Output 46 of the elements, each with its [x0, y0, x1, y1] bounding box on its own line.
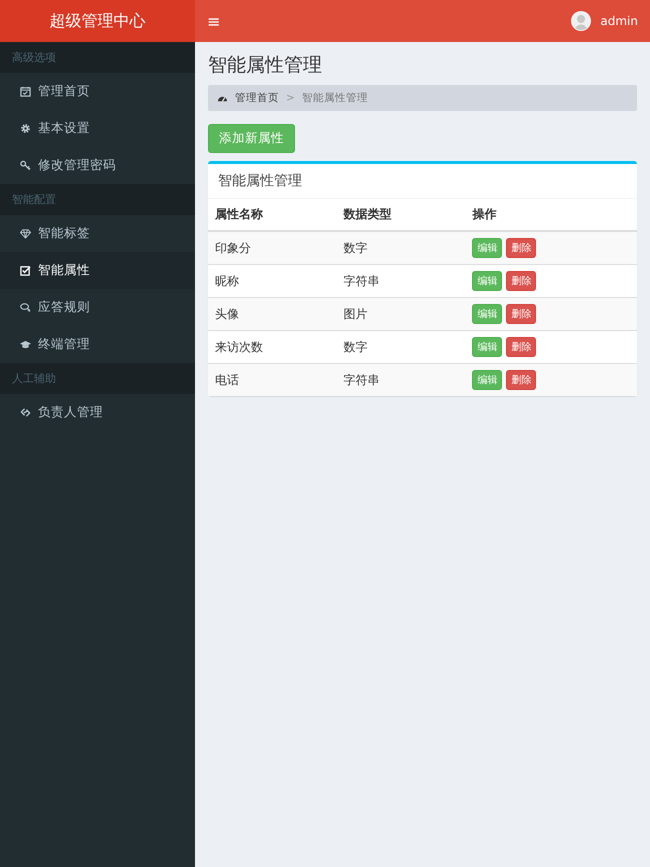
table-cell: 字符串 [336, 364, 466, 396]
table-cell: 图片 [336, 298, 466, 330]
delete-button[interactable]: 删除 [506, 271, 536, 291]
breadcrumb-separator: > [286, 92, 295, 104]
link-icon [20, 407, 31, 418]
panel-title: 智能属性管理 [208, 164, 637, 199]
brand-title: 超级管理中心 [50, 10, 146, 32]
edit-button[interactable]: 编辑 [472, 337, 502, 357]
delete-button[interactable]: 删除 [506, 370, 536, 390]
avatar-icon[interactable] [571, 11, 592, 31]
sidebar-item[interactable]: 负责人管理 [0, 394, 195, 431]
edit-button[interactable]: 编辑 [472, 238, 502, 258]
page-title: 智能属性管理 [208, 53, 323, 78]
section-header: 高级选项 [0, 42, 195, 73]
user-name[interactable]: admin [600, 14, 638, 28]
edit-button[interactable]: 编辑 [472, 271, 502, 291]
edit-button[interactable]: 编辑 [472, 370, 502, 390]
diamond-icon [20, 228, 31, 239]
section-header: 智能配置 [0, 184, 195, 215]
breadcrumb-link[interactable]: 管理首页 [235, 91, 279, 105]
delete-button[interactable]: 删除 [506, 304, 536, 324]
sidebar-item[interactable]: 修改管理密码 [0, 147, 195, 184]
table-cell: 印象分 [208, 231, 337, 264]
sidebar-item[interactable]: 基本设置 [0, 110, 195, 147]
key-icon [20, 160, 31, 171]
delete-button[interactable]: 删除 [506, 238, 536, 258]
checkbox-icon [20, 265, 31, 276]
table-cell: 数字 [336, 231, 466, 264]
sidebar-item[interactable]: 智能标签 [0, 215, 195, 252]
graduation-cap-icon [20, 339, 31, 350]
edit-button[interactable]: 编辑 [472, 304, 502, 324]
section-header: 人工辅助 [0, 363, 195, 394]
calendar-icon [20, 86, 31, 97]
table-cell: 头像 [208, 298, 337, 330]
breadcrumb-current: 智能属性管理 [302, 91, 368, 105]
delete-button[interactable]: 删除 [506, 337, 536, 357]
add-attribute-button[interactable]: 添加新属性 [208, 124, 295, 153]
dashboard-icon [217, 94, 228, 102]
sidebar-item[interactable]: 终端管理 [0, 326, 195, 363]
gear-icon [20, 123, 31, 134]
menu-button[interactable]: ≡ [207, 12, 220, 30]
sidebar-item[interactable]: 应答规则 [0, 289, 195, 326]
sidebar-item[interactable]: 智能属性 [0, 252, 195, 289]
table-cell: 电话 [208, 364, 337, 396]
sidebar-item[interactable]: 管理首页 [0, 73, 195, 110]
chat-icon [20, 302, 31, 313]
